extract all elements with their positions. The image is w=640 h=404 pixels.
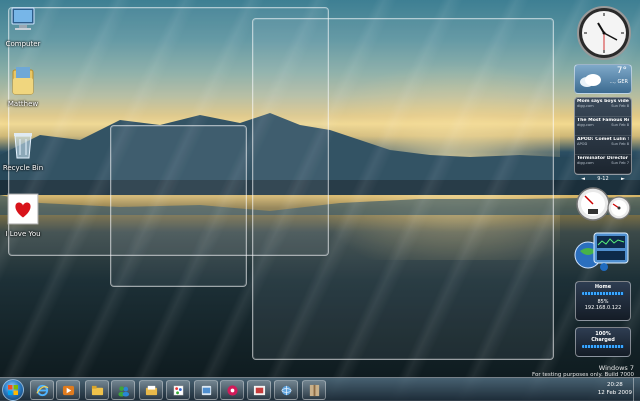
watermark-os: Windows 7: [598, 364, 634, 372]
battery-status: Charged: [591, 337, 615, 343]
internet-explorer-icon: [35, 384, 48, 396]
desktop-icon-user-folder[interactable]: Matthew: [0, 64, 48, 108]
taskbar-button-network[interactable]: [274, 380, 298, 400]
battery-gadget[interactable]: 100% Charged: [575, 327, 631, 357]
windows-app-icon: [201, 385, 211, 395]
wireless-network-gadget[interactable]: Home 85% 192.168.0.122: [575, 281, 631, 321]
heart-image-icon: [7, 193, 39, 225]
weather-location: ..., GER: [609, 79, 628, 85]
feed-item-source: digg.com: [577, 104, 594, 108]
feed-page-indicator: 9-12: [597, 176, 609, 182]
network-monitor-gadget[interactable]: [574, 229, 634, 273]
system-clock[interactable]: 20:28 12 Feb 2009: [598, 381, 632, 397]
desktop-icon-i-love-you[interactable]: I Love You: [0, 192, 48, 238]
feed-item-source: APOD: [577, 142, 588, 146]
feed-item-date: Sun Feb 8: [611, 123, 629, 127]
feed-item[interactable]: Mom says boys vide... digg.com Sun Feb 8: [575, 98, 631, 117]
network-ip-address: 192.168.0.122: [584, 305, 622, 311]
taskbar-button-folder[interactable]: [139, 380, 163, 400]
network-signal-bar: [582, 292, 624, 295]
taskbar: 20:28 12 Feb 2009: [0, 377, 640, 401]
feed-item-date: Sun Feb 7: [611, 161, 629, 165]
taskbar-button-media-center[interactable]: [220, 380, 244, 400]
feed-item-source: digg.com: [577, 161, 594, 165]
show-desktop-button[interactable]: [633, 378, 640, 401]
taskbar-button-messenger[interactable]: [111, 380, 135, 400]
taskbar-button-paint[interactable]: [166, 380, 190, 400]
taskbar-button-app[interactable]: [194, 380, 218, 400]
computer-icon: [11, 7, 35, 30]
desktop-icon-label: Recycle Bin: [2, 164, 44, 172]
taskbar-button-explorer[interactable]: [85, 380, 109, 400]
taskbar-button-image-editor[interactable]: [247, 380, 271, 400]
pictures-icon: [309, 384, 319, 396]
taskbar-button-internet-explorer[interactable]: [30, 380, 54, 400]
media-center-icon: [226, 384, 238, 396]
start-button[interactable]: [2, 379, 24, 401]
feed-headlines-gadget[interactable]: Mom says boys vide... digg.com Sun Feb 8 …: [574, 97, 632, 182]
desktop-icon-recycle-bin[interactable]: Recycle Bin: [0, 128, 48, 172]
user-folder-icon: [12, 67, 34, 95]
feed-item[interactable]: APOD: Comet Lulin T... APODSun Feb 8: [575, 136, 631, 155]
feed-next-button[interactable]: ►: [621, 176, 625, 182]
messenger-icon: [117, 385, 129, 397]
clock-gadget[interactable]: [573, 4, 635, 62]
feed-item-date: Sun Feb 8: [611, 142, 629, 146]
desktop-icon-label: Matthew: [7, 100, 39, 108]
battery-level-bar: [582, 345, 624, 348]
paint-icon: [173, 385, 183, 395]
weather-temperature: 7°: [616, 66, 627, 76]
desktop-icon-label: I Love You: [5, 230, 41, 238]
desktop-icon-computer[interactable]: Computer: [0, 4, 48, 48]
feed-item-date: Sun Feb 8: [611, 104, 629, 108]
feed-prev-button[interactable]: ◄: [581, 176, 585, 182]
media-player-icon: [62, 385, 74, 395]
network-icon: [280, 385, 292, 395]
network-name: Home: [594, 284, 612, 290]
feed-item[interactable]: Terminator Director ... digg.comSun Feb …: [575, 155, 631, 174]
explorer-folder-icon: [91, 385, 103, 395]
taskbar-button-media-player[interactable]: [56, 380, 80, 400]
desktop-icon-label: Computer: [5, 40, 41, 48]
feed-item[interactable]: The Most Famous Re... digg.comSun Feb 8: [575, 117, 631, 136]
cloud-icon: [580, 74, 601, 87]
windows-logo-icon: [8, 385, 18, 395]
clock-time: 20:28: [606, 382, 623, 388]
image-editor-icon: [253, 385, 265, 395]
clock-date: 12 Feb 2009: [597, 390, 632, 396]
taskbar-button-pictures[interactable]: [302, 380, 326, 400]
transparent-window-small[interactable]: [110, 125, 247, 287]
weather-gadget[interactable]: 7° ..., GER: [574, 64, 632, 94]
cpu-meter-gadget[interactable]: [573, 186, 633, 222]
feed-item-source: digg.com: [577, 123, 594, 127]
recycle-bin-icon: [14, 133, 32, 159]
transparent-window-large[interactable]: [252, 18, 554, 360]
folder-icon: [145, 385, 157, 395]
